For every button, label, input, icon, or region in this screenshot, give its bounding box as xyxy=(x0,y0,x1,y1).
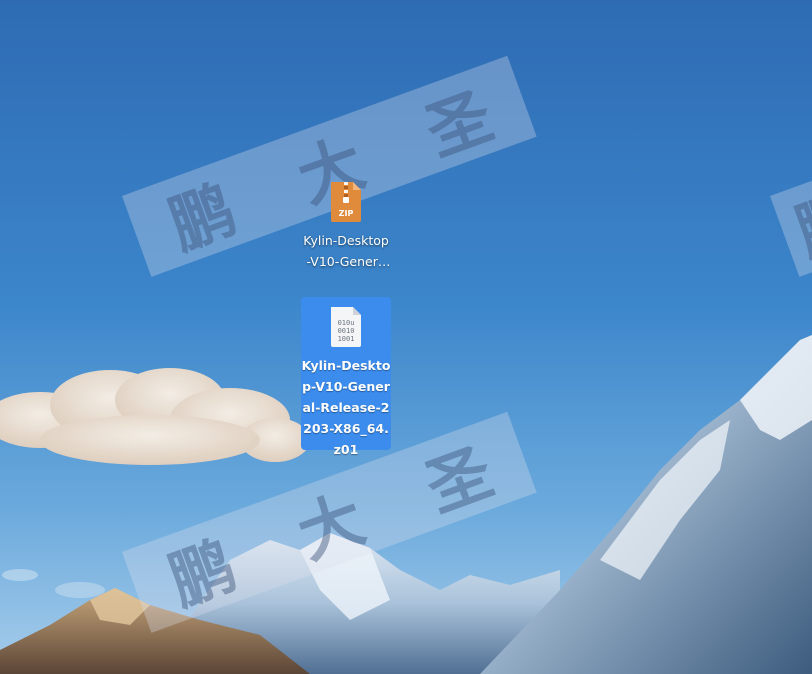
zip-badge-text: ZIP xyxy=(339,209,354,218)
desktop[interactable]: 鹏 大 圣 鹏 大 圣 鹏 ZIP Kylin-Desktop-V10-Gene… xyxy=(0,0,812,674)
zip-archive-icon: ZIP xyxy=(326,180,366,224)
desktop-icon-z01-file[interactable]: 010u 0010 1001 Kylin-Desktop-V10-General… xyxy=(301,297,391,457)
desktop-icon-label: Kylin-Desktop-V10-General-Release-2203-X… xyxy=(301,358,391,457)
binary-glyph-line: 1001 xyxy=(338,335,355,343)
binary-glyph-line: 010u xyxy=(338,319,355,327)
binary-file-icon: 010u 0010 1001 xyxy=(326,305,366,349)
desktop-icon-label: Kylin-Desktop-V10-General… xyxy=(303,233,389,269)
binary-glyph-line: 0010 xyxy=(338,327,355,335)
desktop-icon-zip-file[interactable]: ZIP Kylin-Desktop-V10-General… xyxy=(301,172,391,272)
